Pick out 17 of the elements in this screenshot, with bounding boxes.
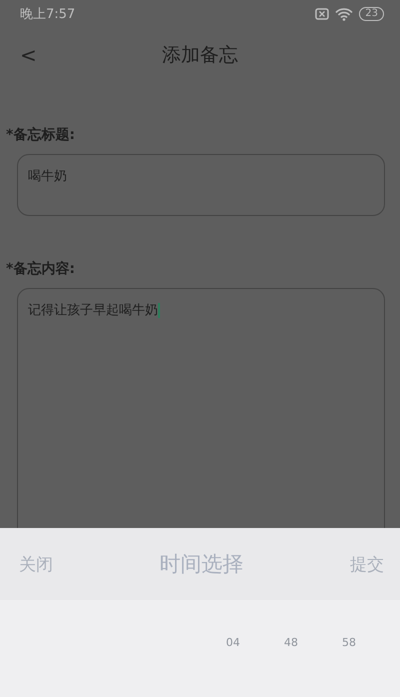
submit-button[interactable]: 提交 — [350, 552, 384, 576]
picker-option[interactable]: 58 — [342, 636, 356, 697]
close-button[interactable]: 关闭 — [19, 552, 53, 576]
content-field[interactable]: 记得让孩子早起喝牛奶 — [17, 288, 385, 528]
picker-option[interactable]: 48 — [284, 636, 298, 697]
text-cursor — [158, 302, 160, 318]
picker-title: 时间选择 — [160, 551, 244, 578]
battery-level: 23 — [359, 7, 384, 21]
picker-option[interactable]: 04 — [226, 636, 240, 697]
title-field[interactable]: 喝牛奶 — [17, 154, 385, 216]
sim-icon — [315, 8, 330, 20]
status-time: 晚上7:57 — [20, 6, 76, 23]
back-button[interactable]: < — [20, 43, 37, 67]
page-title: 添加备忘 — [162, 43, 238, 68]
wifi-icon — [335, 8, 354, 20]
field-label: *备忘内容: — [6, 260, 76, 278]
field-label: *备忘标题: — [6, 126, 76, 144]
